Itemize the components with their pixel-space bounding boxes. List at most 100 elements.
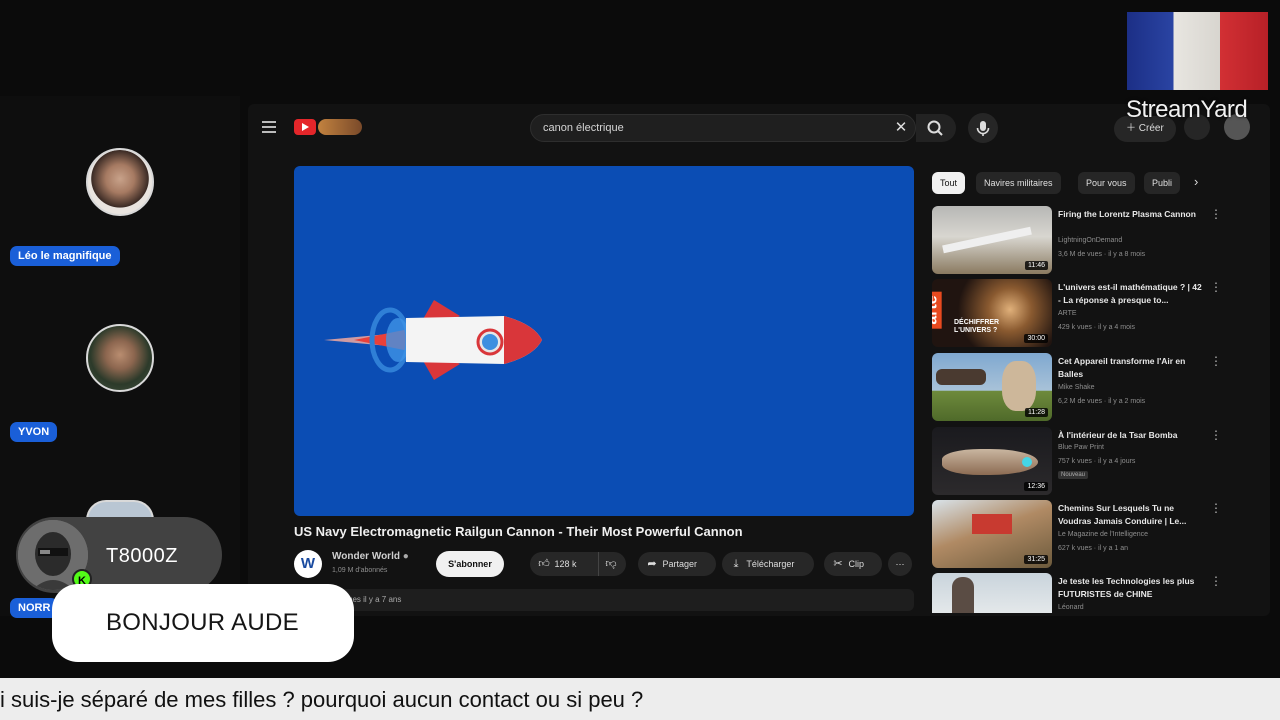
streamyard-logo: StreamYard — [1126, 96, 1248, 123]
thumbnail-caption: DÉCHIFFRER L'UNIVERS ? — [954, 319, 1000, 334]
video-thumbnail: arte DÉCHIFFRER L'UNIVERS ? 30:00 — [932, 279, 1052, 347]
recommendation-meta: 627 k vues · il y a 1 an — [1058, 545, 1129, 552]
comment-author: K T8000Z — [16, 517, 222, 593]
recommendation-title: Chemins Sur Lesquels Tu ne Voudras Jamai… — [1058, 503, 1187, 526]
subscribe-button[interactable]: S'abonner — [436, 551, 504, 577]
scissors-icon: ✂ — [833, 558, 843, 570]
video-thumbnail — [932, 573, 1052, 613]
channel-name[interactable]: Wonder World ● — [332, 551, 409, 562]
more-vertical-icon[interactable]: ⋮ — [1210, 355, 1222, 367]
recommendation-meta: 3,6 M de vues · il y a 8 mois — [1058, 251, 1146, 258]
comment-text: BONJOUR AUDE — [106, 609, 299, 636]
new-badge: Nouveau — [1058, 471, 1089, 479]
arte-logo: arte — [932, 291, 942, 329]
comment-bubble: BONJOUR AUDE — [52, 584, 354, 662]
download-label: Télécharger — [746, 559, 795, 569]
more-vertical-icon[interactable]: ⋮ — [1210, 281, 1222, 293]
search-icon — [927, 120, 943, 136]
more-vertical-icon[interactable]: ⋮ — [1210, 502, 1222, 514]
microphone-icon — [976, 121, 990, 136]
video-duration: 11:46 — [1025, 261, 1048, 270]
clip-label: Clip — [848, 559, 865, 569]
verified-icon: ● — [402, 551, 409, 562]
recommendation-channel: ARTE — [1058, 310, 1077, 317]
menu-icon[interactable] — [262, 121, 276, 133]
recommendation-channel: Le Magazine de l'Intelligence — [1058, 531, 1149, 538]
download-icon: ⤓ — [733, 558, 739, 570]
rocket-icon — [324, 300, 542, 380]
ticker-banner: i suis-je séparé de mes filles ? pourquo… — [0, 678, 1280, 720]
ticker-text: i suis-je séparé de mes filles ? pourquo… — [0, 687, 644, 712]
video-duration: 31:25 — [1024, 555, 1048, 564]
recommendation-meta: 757 k vues · il y a 4 jours — [1058, 458, 1136, 465]
video-thumbnail: 11:46 — [932, 206, 1052, 274]
recommendation-title: À l'intérieur de la Tsar Bomba — [1058, 430, 1178, 440]
share-button[interactable]: ➦ Partager — [638, 552, 716, 576]
recommendation-item[interactable]: 31:25 Chemins Sur Lesquels Tu ne Voudras… — [932, 500, 1222, 570]
participant-avatar — [86, 148, 154, 216]
youtube-window: canon électrique ✕ ＋ Créer US Navy Elect… — [248, 104, 1270, 616]
recommendation-item[interactable]: Je teste les Technologies les plus FUTUR… — [932, 573, 1222, 616]
create-label: Créer — [1138, 123, 1164, 134]
youtube-logo-icon[interactable] — [294, 119, 316, 135]
voice-search-button[interactable] — [968, 113, 998, 143]
search-button[interactable] — [916, 114, 956, 142]
video-thumbnail: 31:25 — [932, 500, 1052, 568]
youtube-doodle-icon — [318, 119, 362, 135]
recommendation-channel: Blue Paw Print — [1058, 444, 1104, 451]
video-player[interactable] — [294, 166, 914, 516]
thumbs-down-icon: 👎︎ — [605, 558, 617, 570]
channel-name-text: Wonder World — [332, 551, 400, 562]
subscriber-count: 1,09 M d'abonnés — [332, 567, 388, 574]
search-query: canon électrique — [543, 122, 624, 134]
stream-stage: Léo le magnifique YVON NORR canon électr… — [0, 0, 1280, 720]
download-button[interactable]: ⤓ Télécharger — [722, 552, 814, 576]
recommendation-item[interactable]: 11:46 Firing the Lorentz Plasma Cannon L… — [932, 206, 1222, 276]
description-box[interactable]: vues il y a 7 ans — [294, 589, 914, 611]
like-button[interactable]: 👍︎ 128 k — [536, 552, 577, 576]
recommendation-item[interactable]: 11:28 Cet Appareil transforme l'Air en B… — [932, 353, 1222, 423]
more-vertical-icon[interactable]: ⋮ — [1210, 208, 1222, 220]
participant-avatar — [86, 324, 154, 392]
search-input[interactable]: canon électrique ✕ — [530, 114, 916, 142]
recommendation-title: L'univers est-il mathématique ? | 42 - L… — [1058, 282, 1202, 305]
france-flag-icon — [1127, 12, 1268, 90]
more-actions-button[interactable]: ⋯ — [888, 552, 912, 576]
recommendation-title: Firing the Lorentz Plasma Cannon — [1058, 209, 1196, 219]
like-count: 128 k — [554, 559, 577, 569]
recommendation-channel: Mike Shake — [1058, 384, 1095, 391]
chip-navires[interactable]: Navires militaires — [976, 172, 1061, 194]
more-horizontal-icon: ⋯ — [895, 559, 905, 569]
clip-button[interactable]: ✂ Clip — [824, 552, 882, 576]
chip-all[interactable]: Tout — [932, 172, 966, 194]
channel-avatar[interactable]: W — [294, 550, 322, 578]
more-vertical-icon[interactable]: ⋮ — [1210, 575, 1222, 587]
commenter-name: T8000Z — [106, 545, 178, 567]
like-dislike-group: 👍︎ 128 k 👎︎ — [530, 552, 626, 576]
recommendation-channel: Léonard — [1058, 604, 1084, 611]
thumbs-up-icon: 👍︎ — [538, 558, 550, 570]
recommendation-title: Je teste les Technologies les plus FUTUR… — [1058, 576, 1195, 599]
recommendation-meta: 6,2 M de vues · il y a 2 mois — [1058, 398, 1146, 405]
dislike-button[interactable]: 👎︎ — [598, 552, 619, 576]
recommendation-channel: LightningOnDemand — [1058, 237, 1123, 244]
recommendation-item[interactable]: arte DÉCHIFFRER L'UNIVERS ? 30:00 L'univ… — [932, 279, 1222, 349]
video-duration: 30:00 — [1024, 334, 1048, 343]
share-label: Partager — [662, 559, 698, 569]
chevron-right-icon[interactable]: › — [1194, 174, 1198, 189]
participant-name-tag: Léo le magnifique — [10, 246, 120, 266]
chip-pour-vous[interactable]: Pour vous — [1078, 172, 1135, 194]
chip-publi[interactable]: Publi — [1144, 172, 1181, 194]
video-title: US Navy Electromagnetic Railgun Cannon -… — [294, 524, 743, 539]
video-duration: 12:36 — [1024, 482, 1048, 491]
participant-name-tag: YVON — [10, 422, 58, 442]
share-icon: ➦ — [647, 558, 657, 570]
recommendation-title: Cet Appareil transforme l'Air en Balles — [1058, 356, 1186, 379]
recommendation-item[interactable]: 12:36 À l'intérieur de la Tsar Bomba Blu… — [932, 427, 1222, 497]
close-icon[interactable]: ✕ — [893, 120, 909, 136]
video-thumbnail: 12:36 — [932, 427, 1052, 495]
plus-icon: ＋ — [1126, 123, 1136, 134]
video-duration: 11:28 — [1025, 408, 1048, 417]
youtube-topbar: canon électrique ✕ ＋ Créer — [248, 104, 1270, 152]
more-vertical-icon[interactable]: ⋮ — [1210, 429, 1222, 441]
